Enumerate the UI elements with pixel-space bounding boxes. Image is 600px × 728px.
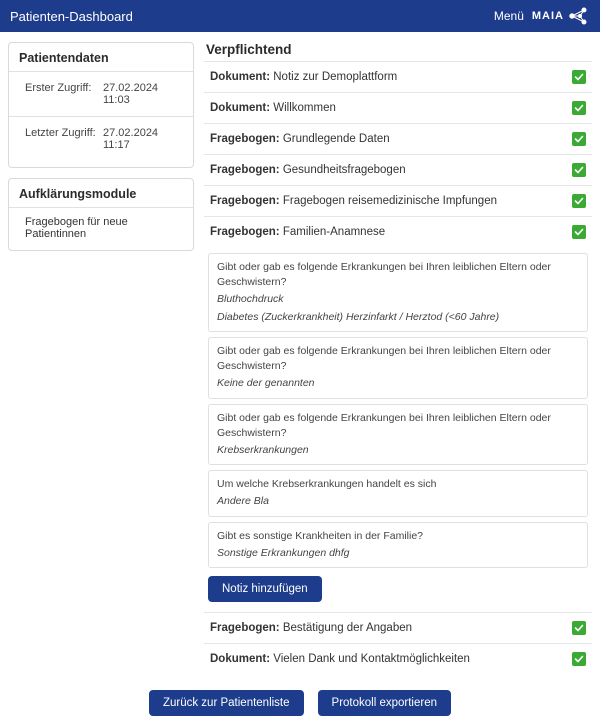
item-title: Willkommen (273, 102, 336, 114)
qa-answer: Andere Bla (217, 494, 579, 509)
item-kind: Dokument: (210, 653, 273, 665)
menu-button[interactable]: Menü (494, 9, 524, 23)
checklist-item-label: Fragebogen: Gesundheitsfragebogen (210, 164, 406, 176)
checklist-item[interactable]: Fragebogen: Grundlegende Daten (204, 123, 592, 154)
item-title: Gesundheitsfragebogen (283, 164, 406, 176)
qa-answer: Bluthochdruck (217, 292, 579, 307)
check-icon (572, 163, 586, 177)
checklist-item[interactable]: Dokument: Willkommen (204, 92, 592, 123)
qa-card[interactable]: Gibt es sonstige Krankheiten in der Fami… (208, 522, 588, 568)
check-icon (572, 132, 586, 146)
qa-answer: Keine der genannten (217, 376, 579, 391)
item-kind: Fragebogen: (210, 226, 283, 238)
checklist-item-label: Dokument: Vielen Dank und Kontaktmöglich… (210, 653, 470, 665)
patient-data-heading: Patientendaten (19, 51, 183, 65)
qa-card[interactable]: Gibt oder gab es folgende Erkrankungen b… (208, 404, 588, 466)
qa-question: Um welche Krebserkrankungen handelt es s… (217, 477, 579, 492)
brand-logo: MAIA (532, 6, 590, 26)
item-title: Notiz zur Demoplattform (273, 71, 397, 83)
export-protocol-button[interactable]: Protokoll exportieren (318, 690, 451, 716)
topbar: Patienten-Dashboard Menü MAIA (0, 0, 600, 32)
qa-question: Gibt oder gab es folgende Erkrankungen b… (217, 344, 579, 374)
checklist-item-label: Fragebogen: Fragebogen reisemedizinische… (210, 195, 497, 207)
item-kind: Fragebogen: (210, 133, 283, 145)
add-note-button[interactable]: Notiz hinzufügen (208, 576, 322, 602)
qa-card[interactable]: Gibt oder gab es folgende Erkrankungen b… (208, 253, 588, 332)
item-title: Familien-Anamnese (283, 226, 385, 238)
item-title: Bestätigung der Angaben (283, 622, 412, 634)
qa-answer: Diabetes (Zuckerkrankheit) Herzinfarkt /… (217, 310, 579, 325)
back-to-patient-list-button[interactable]: Zurück zur Patientenliste (149, 690, 304, 716)
check-icon (572, 225, 586, 239)
last-access-row: Letzter Zugriff: 27.02.2024 11:17 (19, 121, 183, 157)
checklist-item-label: Dokument: Willkommen (210, 102, 336, 114)
item-title: Fragebogen reisemedizinische Impfungen (283, 195, 497, 207)
check-icon (572, 652, 586, 666)
checklist-item-label: Fragebogen: Familien-Anamnese (210, 226, 385, 238)
qa-answer: Krebserkrankungen (217, 443, 579, 458)
modules-heading: Aufklärungsmodule (19, 187, 183, 201)
checklist-item-label: Dokument: Notiz zur Demoplattform (210, 71, 397, 83)
last-access-value: 27.02.2024 11:17 (103, 127, 183, 151)
patient-data-card: Patientendaten Erster Zugriff: 27.02.202… (8, 42, 194, 168)
qa-answer: Sonstige Erkrankungen dhfg (217, 546, 579, 561)
network-icon (566, 6, 590, 26)
item-kind: Fragebogen: (210, 195, 283, 207)
check-icon (572, 194, 586, 208)
item-title: Vielen Dank und Kontaktmöglichkeiten (273, 653, 470, 665)
qa-question: Gibt oder gab es folgende Erkrankungen b… (217, 411, 579, 441)
check-icon (572, 621, 586, 635)
qa-question: Gibt oder gab es folgende Erkrankungen b… (217, 260, 579, 290)
module-link[interactable]: Fragebogen für neue Patientinnen (19, 212, 183, 240)
item-kind: Fragebogen: (210, 164, 283, 176)
qa-list: Gibt oder gab es folgende Erkrankungen b… (208, 253, 588, 568)
first-access-label: Erster Zugriff: (25, 82, 103, 106)
qa-question: Gibt es sonstige Krankheiten in der Fami… (217, 529, 579, 544)
brand-text: MAIA (532, 10, 564, 22)
qa-card[interactable]: Gibt oder gab es folgende Erkrankungen b… (208, 337, 588, 399)
check-icon (572, 70, 586, 84)
main-heading: Verpflichtend (204, 42, 592, 57)
checklist-item[interactable]: Fragebogen: Fragebogen reisemedizinische… (204, 185, 592, 216)
item-kind: Dokument: (210, 71, 273, 83)
checklist-item[interactable]: Fragebogen: Gesundheitsfragebogen (204, 154, 592, 185)
checklist-item-label: Fragebogen: Grundlegende Daten (210, 133, 390, 145)
checklist-item[interactable]: Fragebogen: Familien-Anamnese (204, 216, 592, 247)
checklist-item[interactable]: Dokument: Notiz zur Demoplattform (204, 61, 592, 92)
page-title: Patienten-Dashboard (10, 9, 133, 24)
checklist-item[interactable]: Fragebogen: Bestätigung der Angaben (204, 612, 592, 643)
check-icon (572, 101, 586, 115)
footer-buttons: Zurück zur Patientenliste Protokoll expo… (0, 682, 600, 728)
qa-card[interactable]: Um welche Krebserkrankungen handelt es s… (208, 470, 588, 516)
item-kind: Fragebogen: (210, 622, 283, 634)
first-access-row: Erster Zugriff: 27.02.2024 11:03 (19, 76, 183, 112)
last-access-label: Letzter Zugriff: (25, 127, 103, 151)
item-title: Grundlegende Daten (283, 133, 390, 145)
modules-card: Aufklärungsmodule Fragebogen für neue Pa… (8, 178, 194, 251)
checklist-item[interactable]: Dokument: Vielen Dank und Kontaktmöglich… (204, 643, 592, 674)
item-kind: Dokument: (210, 102, 273, 114)
first-access-value: 27.02.2024 11:03 (103, 82, 183, 106)
checklist-item-label: Fragebogen: Bestätigung der Angaben (210, 622, 412, 634)
